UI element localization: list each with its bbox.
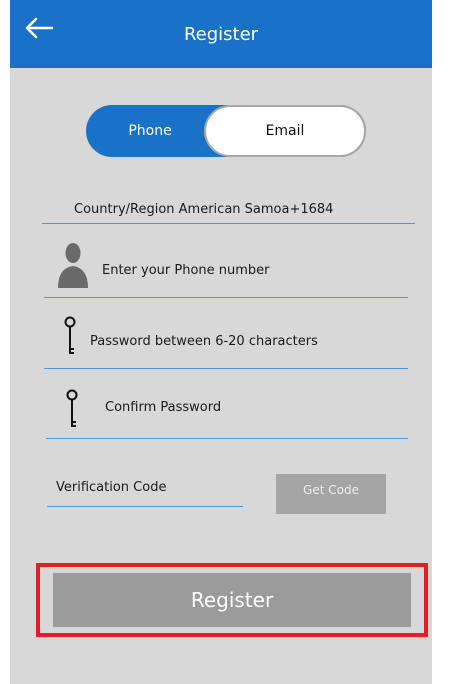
phone-underline [44,297,408,298]
verification-code-input[interactable]: Verification Code [56,480,166,495]
confirm-underline [46,438,408,439]
country-region-select[interactable]: Country/Region American Samoa+1684 [74,202,333,217]
key-icon [64,316,76,354]
password-underline [44,368,408,369]
page-title: Register [183,24,259,45]
code-underline [47,506,243,507]
country-underline [42,223,415,224]
phone-input[interactable]: Enter your Phone number [102,263,270,278]
person-icon [58,243,88,288]
app-header: Register [10,0,432,68]
register-screen: Register Phone Email Country/Region Amer… [10,0,432,684]
get-code-button[interactable]: Get Code [276,474,386,514]
key-icon [66,389,78,427]
confirm-password-input[interactable]: Confirm Password [105,400,221,415]
tab-phone[interactable]: Phone [86,105,214,157]
method-toggle: Phone Email [86,105,366,157]
register-button[interactable]: Register [53,573,411,627]
tab-email[interactable]: Email [204,105,366,157]
password-input[interactable]: Password between 6-20 characters [90,334,318,349]
